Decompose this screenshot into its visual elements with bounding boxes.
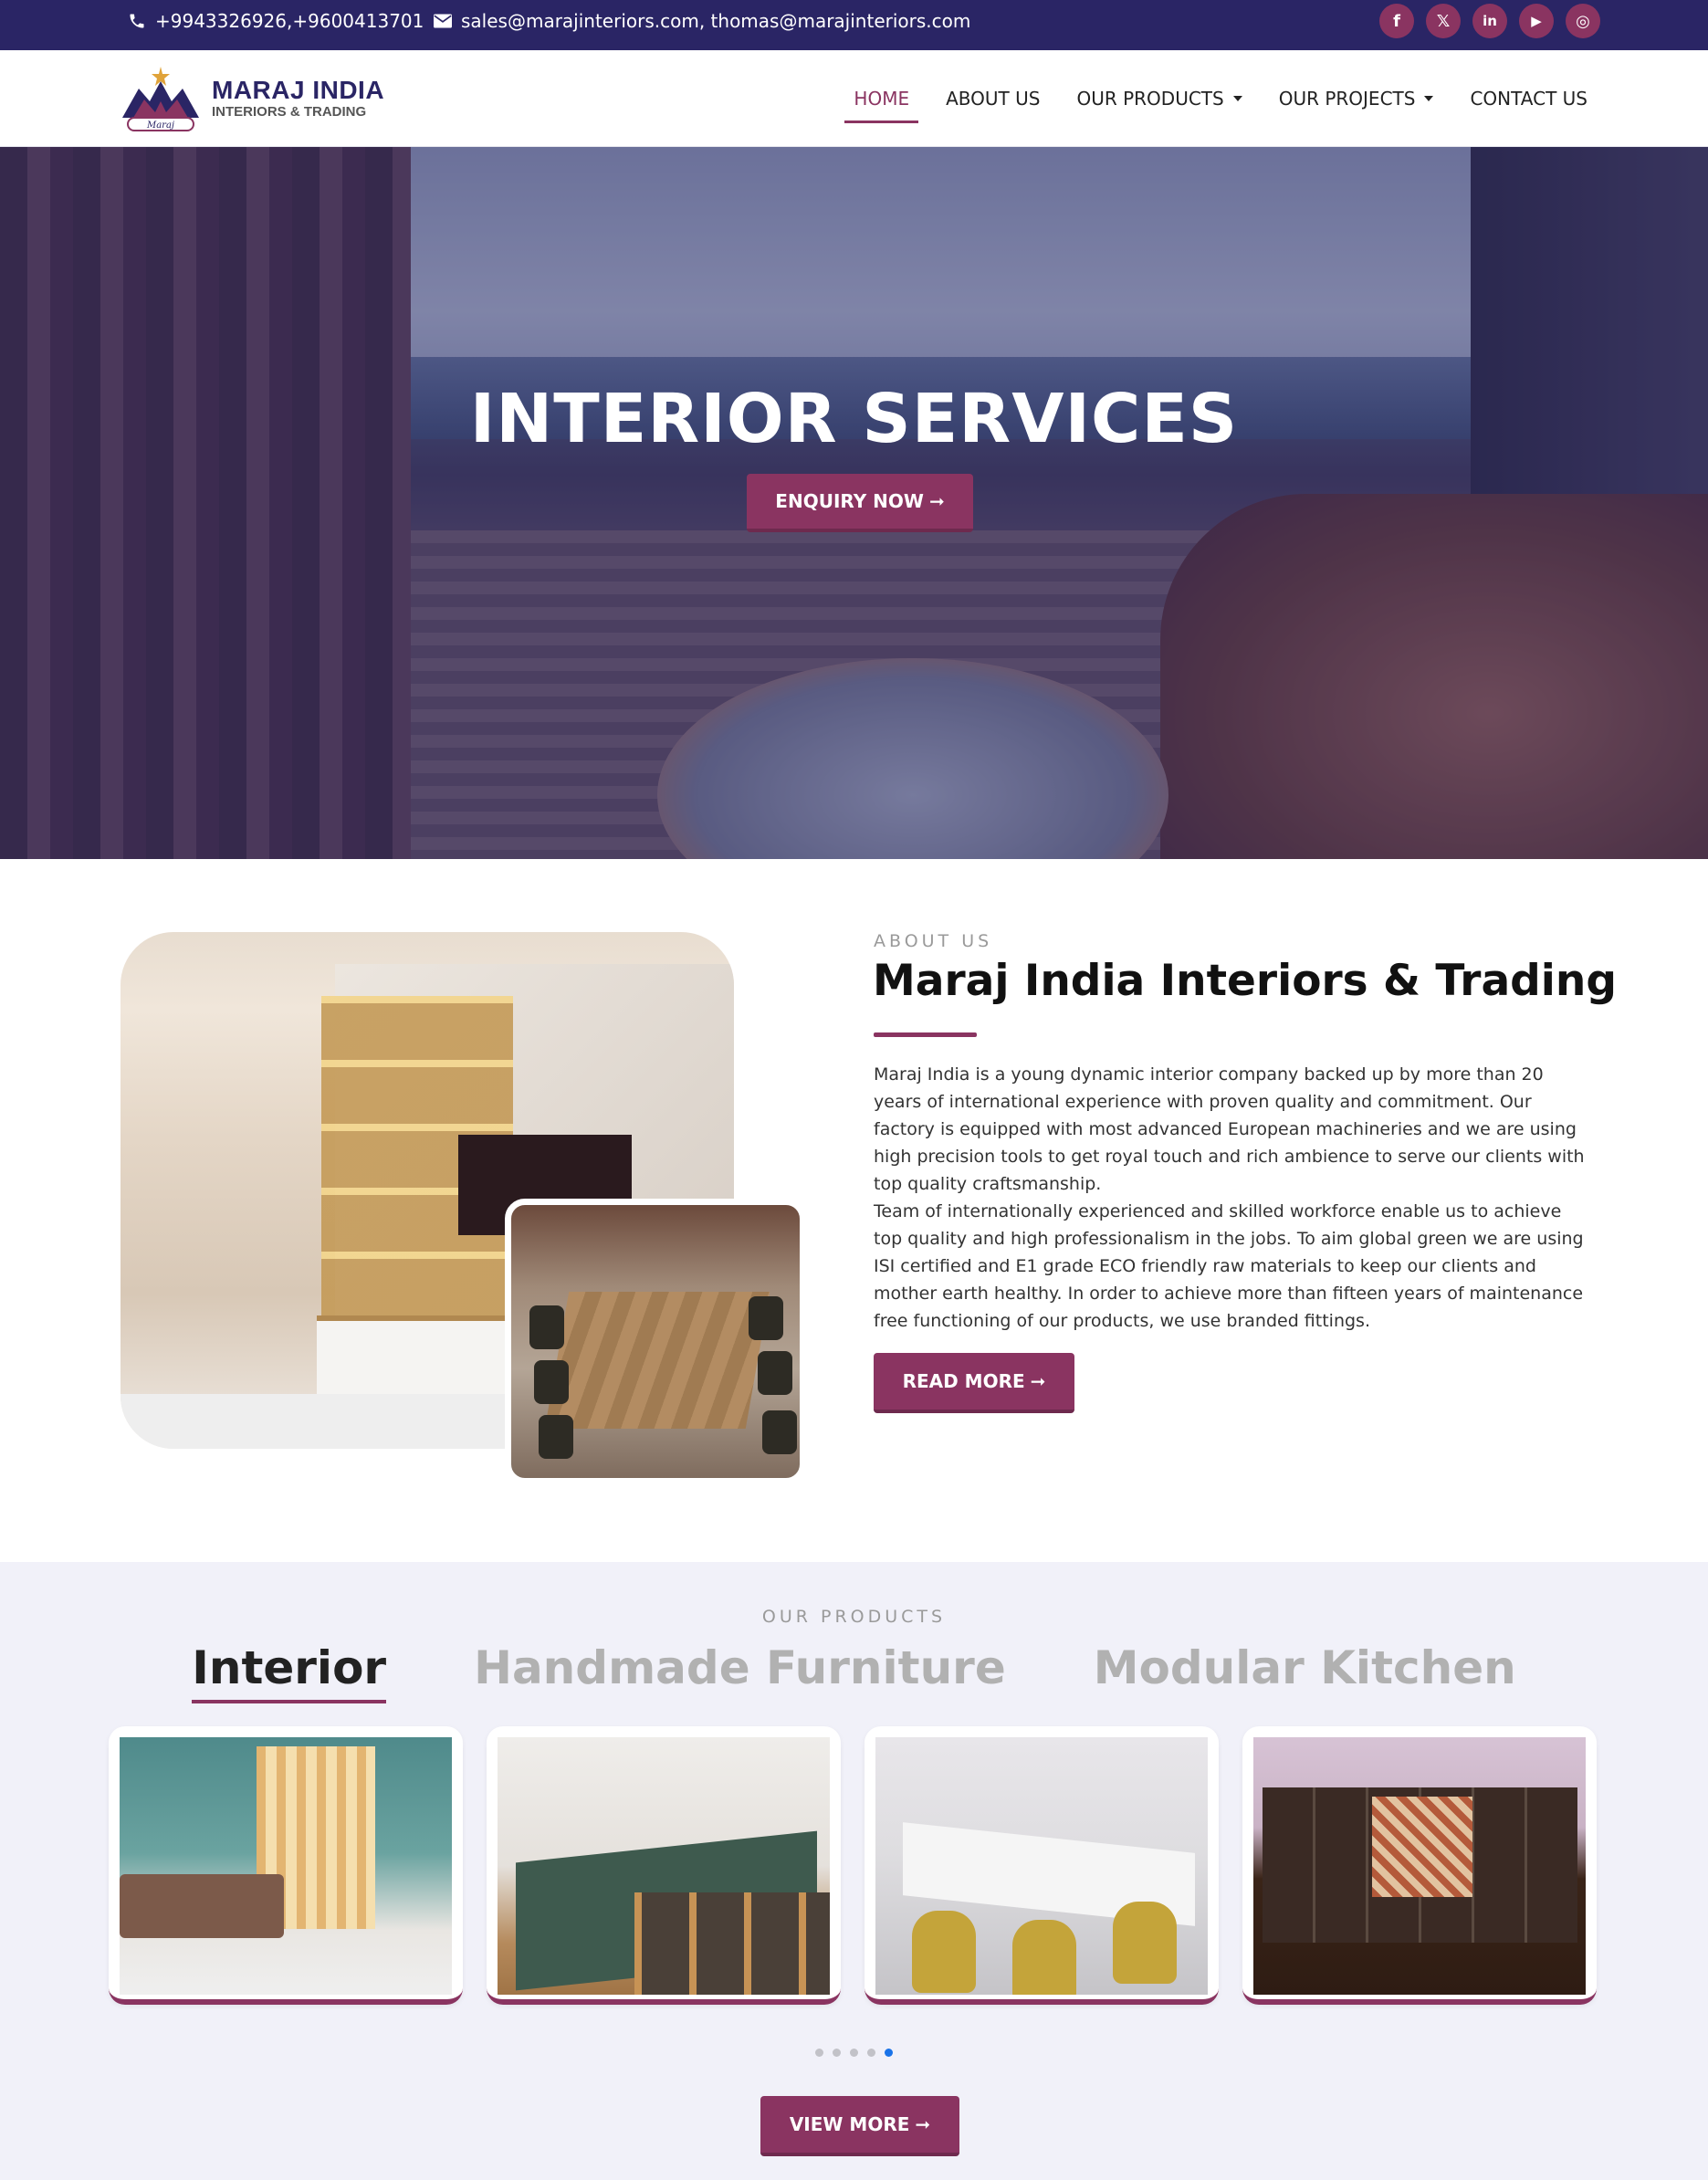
nav-item-label: HOME [854, 88, 910, 110]
living-room-image [120, 1737, 452, 1995]
tab-interior[interactable]: Interior [192, 1641, 386, 1703]
arrow-right-icon: ➞ [928, 490, 945, 512]
logo-title: MARAJ INDIA [212, 76, 385, 104]
about-dining-table-image [505, 1199, 806, 1484]
nav-item-label: OUR PROJECTS [1278, 88, 1416, 110]
nav-item-label: ABOUT US [946, 88, 1041, 110]
hero-title: INTERIOR SERVICES [469, 380, 1239, 458]
email-contact[interactable]: sales@marajinteriors.com, thomas@marajin… [434, 0, 970, 41]
carousel-dot[interactable] [850, 2049, 858, 2057]
instagram-icon[interactable]: ◎ [1566, 4, 1600, 38]
nav-item-about-us[interactable]: ABOUT US [927, 50, 1058, 147]
caret-down-icon [1424, 96, 1434, 101]
tab-handmade-furniture[interactable]: Handmade Furniture [474, 1641, 1006, 1703]
carousel-dot[interactable] [815, 2049, 823, 2057]
view-more-button[interactable]: VIEW MORE ➞ [760, 2096, 959, 2156]
logo-subtitle: INTERIORS & TRADING [212, 104, 367, 120]
button-label: ENQUIRY NOW [775, 490, 924, 512]
about-paragraph-1: Maraj India is a young dynamic interior … [874, 1064, 1585, 1194]
phone-text: +9943326926,+9600413701 [155, 9, 424, 32]
top-contact-bar: +9943326926,+9600413701 sales@marajinter… [0, 0, 1708, 50]
bedroom-image [498, 1737, 830, 1995]
products-section: OUR PRODUCTS Interior Handmade Furniture… [0, 1562, 1708, 2180]
nav-item-label: CONTACT US [1470, 88, 1587, 110]
nav-item-our-products[interactable]: OUR PRODUCTS [1058, 50, 1260, 147]
phone-icon [130, 14, 144, 27]
about-eyebrow: ABOUT US [874, 931, 993, 951]
arrow-right-icon: ➞ [915, 2113, 931, 2135]
x-icon[interactable]: 𝕏 [1426, 4, 1461, 38]
nav-item-our-projects[interactable]: OUR PROJECTS [1261, 50, 1452, 147]
facebook-icon[interactable]: f [1379, 4, 1414, 38]
logo-mark-icon: Maraj [121, 65, 201, 132]
about-section: ABOUT US Maraj India Interiors & Trading… [0, 859, 1708, 1562]
enquiry-now-button[interactable]: ENQUIRY NOW ➞ [747, 474, 973, 532]
youtube-icon[interactable]: ▶ [1519, 4, 1554, 38]
hero-banner: INTERIOR SERVICES ENQUIRY NOW ➞ [0, 147, 1708, 859]
product-card[interactable] [487, 1726, 841, 2005]
linkedin-icon[interactable]: in [1472, 4, 1507, 38]
phone-contact[interactable]: +9943326926,+9600413701 [128, 0, 424, 41]
product-card[interactable] [1242, 1726, 1597, 2005]
button-label: VIEW MORE [789, 2113, 910, 2135]
social-links: f 𝕏 in ▶ ◎ [1379, 4, 1600, 38]
product-carousel [109, 1726, 1597, 2005]
logo[interactable]: Maraj MARAJ INDIA INTERIORS & TRADING [121, 65, 384, 132]
nav-item-home[interactable]: HOME [835, 50, 927, 147]
product-card[interactable] [864, 1726, 1219, 2005]
carousel-dot[interactable] [833, 2049, 841, 2057]
cabinet-room-image [1253, 1737, 1586, 1995]
caret-down-icon [1232, 96, 1242, 101]
about-title: Maraj India Interiors & Trading [873, 956, 1618, 1006]
main-navbar: Maraj MARAJ INDIA INTERIORS & TRADING HO… [0, 50, 1708, 147]
tab-modular-kitchen[interactable]: Modular Kitchen [1094, 1641, 1516, 1703]
nav-menu: HOME ABOUT US OUR PRODUCTS OUR PROJECTS … [835, 50, 1606, 147]
product-tabs: Interior Handmade Furniture Modular Kitc… [0, 1641, 1708, 1703]
products-eyebrow: OUR PRODUCTS [761, 1607, 947, 1627]
envelope-icon [434, 14, 452, 27]
about-paragraph-2: Team of internationally experienced and … [874, 1201, 1584, 1331]
title-underline [874, 1032, 977, 1037]
carousel-dot-active[interactable] [885, 2049, 893, 2057]
read-more-button[interactable]: READ MORE ➞ [874, 1353, 1074, 1413]
nav-item-contact-us[interactable]: CONTACT US [1451, 50, 1606, 147]
carousel-dot[interactable] [867, 2049, 875, 2057]
logo-mark-text: Maraj [146, 121, 174, 131]
carousel-pagination [0, 2049, 1708, 2057]
button-label: READ MORE [902, 1370, 1025, 1392]
dining-room-image [875, 1737, 1208, 1995]
nav-item-label: OUR PRODUCTS [1076, 88, 1224, 110]
product-card[interactable] [109, 1726, 463, 2005]
arrow-right-icon: ➞ [1030, 1370, 1046, 1392]
email-text: sales@marajinteriors.com, thomas@marajin… [461, 9, 971, 32]
